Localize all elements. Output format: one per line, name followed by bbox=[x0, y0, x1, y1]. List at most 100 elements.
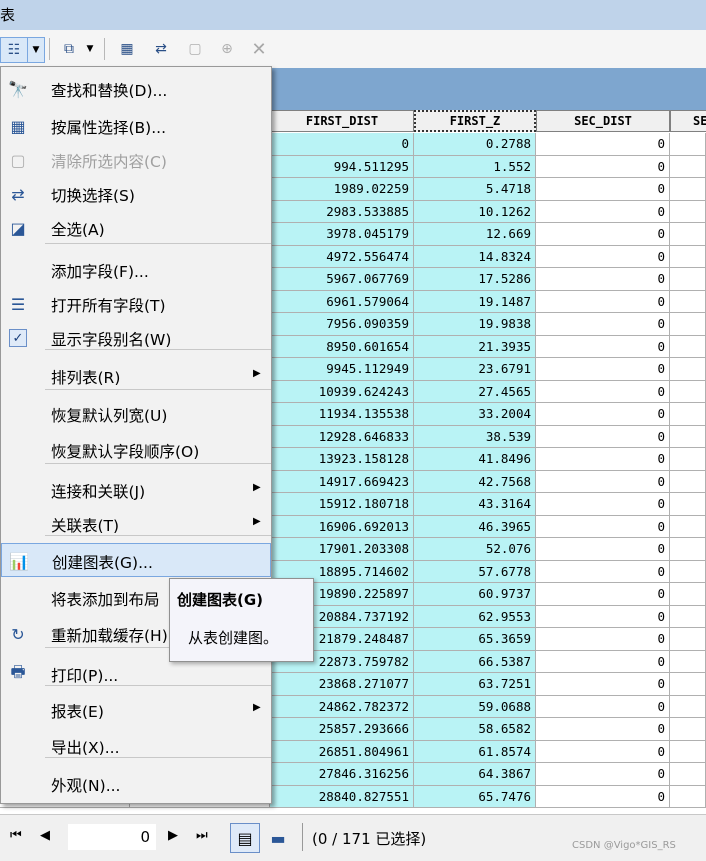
table-cell-empty[interactable] bbox=[670, 650, 706, 673]
table-cell[interactable]: 0 bbox=[536, 403, 670, 426]
table-cell-empty[interactable] bbox=[670, 313, 706, 336]
table-cell-empty[interactable] bbox=[670, 493, 706, 516]
table-cell[interactable]: 5967.067769 bbox=[270, 268, 414, 291]
table-cell[interactable]: 0 bbox=[536, 290, 670, 313]
table-cell-empty[interactable] bbox=[670, 245, 706, 268]
column-header-first-z[interactable]: FIRST_Z bbox=[414, 110, 536, 132]
show-all-records-button[interactable]: ▤ bbox=[230, 823, 260, 853]
table-cell[interactable]: 0 bbox=[536, 358, 670, 381]
table-cell[interactable]: 33.2004 bbox=[414, 403, 536, 426]
table-cell[interactable]: 61.8574 bbox=[414, 740, 536, 763]
clear-selection-button[interactable]: ▢ bbox=[184, 37, 206, 61]
table-cell[interactable]: 21.3935 bbox=[414, 335, 536, 358]
table-cell-empty[interactable] bbox=[670, 223, 706, 246]
table-cell-empty[interactable] bbox=[670, 538, 706, 561]
table-cell[interactable]: 0 bbox=[536, 200, 670, 223]
table-cell[interactable]: 52.076 bbox=[414, 538, 536, 561]
table-cell[interactable]: 19.1487 bbox=[414, 290, 536, 313]
table-cell[interactable]: 10939.624243 bbox=[270, 380, 414, 403]
table-cell[interactable]: 13923.158128 bbox=[270, 448, 414, 471]
table-cell[interactable]: 14.8324 bbox=[414, 245, 536, 268]
table-cell[interactable]: 5.4718 bbox=[414, 178, 536, 201]
table-cell-empty[interactable] bbox=[670, 605, 706, 628]
table-cell-empty[interactable] bbox=[670, 335, 706, 358]
table-cell[interactable]: 0 bbox=[536, 493, 670, 516]
table-cell[interactable]: 0 bbox=[536, 763, 670, 786]
table-cell[interactable]: 0 bbox=[536, 470, 670, 493]
table-cell[interactable]: 0 bbox=[536, 155, 670, 178]
table-cell[interactable]: 25857.293666 bbox=[270, 718, 414, 741]
column-header-sec-partial[interactable]: SE bbox=[670, 110, 706, 132]
table-cell[interactable]: 0 bbox=[536, 223, 670, 246]
column-header-sec-dist[interactable]: SEC_DIST bbox=[536, 110, 670, 132]
table-cell[interactable]: 0 bbox=[536, 313, 670, 336]
table-cell[interactable]: 0 bbox=[536, 718, 670, 741]
table-cell-empty[interactable] bbox=[670, 673, 706, 696]
table-cell[interactable]: 0 bbox=[536, 268, 670, 291]
table-cell[interactable]: 0 bbox=[536, 425, 670, 448]
table-cell[interactable]: 0 bbox=[536, 628, 670, 651]
menu-item[interactable]: ⇄ 切换选择(S) bbox=[1, 177, 271, 211]
table-cell[interactable]: 63.7251 bbox=[414, 673, 536, 696]
table-cell[interactable]: 60.9737 bbox=[414, 583, 536, 606]
table-cell[interactable]: 46.3965 bbox=[414, 515, 536, 538]
table-cell-empty[interactable] bbox=[670, 403, 706, 426]
menu-item[interactable]: 恢复默认列宽(U) bbox=[1, 397, 271, 431]
menu-item[interactable]: 🔭 查找和替换(D)... bbox=[1, 72, 271, 106]
table-cell[interactable]: 0 bbox=[536, 133, 670, 156]
next-record-button[interactable]: ▶ bbox=[168, 828, 178, 843]
table-cell[interactable]: 0 bbox=[536, 448, 670, 471]
table-cell[interactable]: 0 bbox=[536, 380, 670, 403]
table-cell[interactable]: 42.7568 bbox=[414, 470, 536, 493]
menu-item[interactable]: ▢ 清除所选内容(C) bbox=[1, 143, 271, 177]
table-cell-empty[interactable] bbox=[670, 628, 706, 651]
table-cell[interactable]: 0 bbox=[536, 538, 670, 561]
table-cell[interactable]: 0 bbox=[536, 673, 670, 696]
last-record-button[interactable]: ⏭ bbox=[196, 828, 208, 843]
table-cell[interactable]: 9945.112949 bbox=[270, 358, 414, 381]
table-cell[interactable]: 17901.203308 bbox=[270, 538, 414, 561]
table-cell[interactable]: 17.5286 bbox=[414, 268, 536, 291]
table-cell[interactable]: 16906.692013 bbox=[270, 515, 414, 538]
table-cell[interactable]: 8950.601654 bbox=[270, 335, 414, 358]
table-cell[interactable]: 15912.180718 bbox=[270, 493, 414, 516]
table-cell[interactable]: 65.3659 bbox=[414, 628, 536, 651]
table-cell[interactable]: 7956.090359 bbox=[270, 313, 414, 336]
table-cell-empty[interactable] bbox=[670, 515, 706, 538]
table-cell[interactable]: 0 bbox=[536, 583, 670, 606]
table-cell[interactable]: 1.552 bbox=[414, 155, 536, 178]
menu-item[interactable]: 添加字段(F)... bbox=[1, 253, 271, 287]
table-cell[interactable]: 66.5387 bbox=[414, 650, 536, 673]
menu-item[interactable]: ◪ 全选(A) bbox=[1, 211, 271, 245]
table-cell-empty[interactable] bbox=[670, 268, 706, 291]
table-cell[interactable]: 0 bbox=[536, 695, 670, 718]
column-header-first-dist[interactable]: FIRST_DIST bbox=[270, 110, 414, 132]
table-cell-empty[interactable] bbox=[670, 470, 706, 493]
table-cell[interactable]: 0 bbox=[536, 740, 670, 763]
table-cell-empty[interactable] bbox=[670, 358, 706, 381]
table-cell[interactable]: 62.9553 bbox=[414, 605, 536, 628]
menu-item[interactable]: 恢复默认字段顺序(O) bbox=[1, 433, 271, 467]
table-cell[interactable]: 58.6582 bbox=[414, 718, 536, 741]
related-tables-dropdown[interactable]: ▼ bbox=[84, 37, 96, 61]
delete-selected-button[interactable]: ✕ bbox=[248, 37, 270, 61]
table-cell[interactable]: 0 bbox=[536, 335, 670, 358]
table-cell[interactable]: 10.1262 bbox=[414, 200, 536, 223]
table-cell-empty[interactable] bbox=[670, 740, 706, 763]
table-cell[interactable]: 994.511295 bbox=[270, 155, 414, 178]
table-cell[interactable]: 28840.827551 bbox=[270, 785, 414, 808]
table-cell[interactable]: 64.3867 bbox=[414, 763, 536, 786]
table-options-button[interactable]: ☷ bbox=[0, 37, 28, 63]
table-cell-empty[interactable] bbox=[670, 718, 706, 741]
menu-item[interactable]: 关联表(T) ▶ bbox=[1, 507, 271, 541]
menu-item[interactable]: 🖶 打印(P)... bbox=[1, 657, 271, 691]
table-cell-empty[interactable] bbox=[670, 763, 706, 786]
menu-item[interactable]: ▦ 按属性选择(B)... bbox=[1, 109, 271, 143]
table-cell-empty[interactable] bbox=[670, 380, 706, 403]
table-cell[interactable]: 1989.02259 bbox=[270, 178, 414, 201]
table-cell-empty[interactable] bbox=[670, 155, 706, 178]
table-cell[interactable]: 0 bbox=[536, 605, 670, 628]
table-cell[interactable]: 0.2788 bbox=[414, 133, 536, 156]
related-tables-button[interactable]: ⧉ bbox=[56, 37, 82, 61]
table-cell[interactable]: 12.669 bbox=[414, 223, 536, 246]
